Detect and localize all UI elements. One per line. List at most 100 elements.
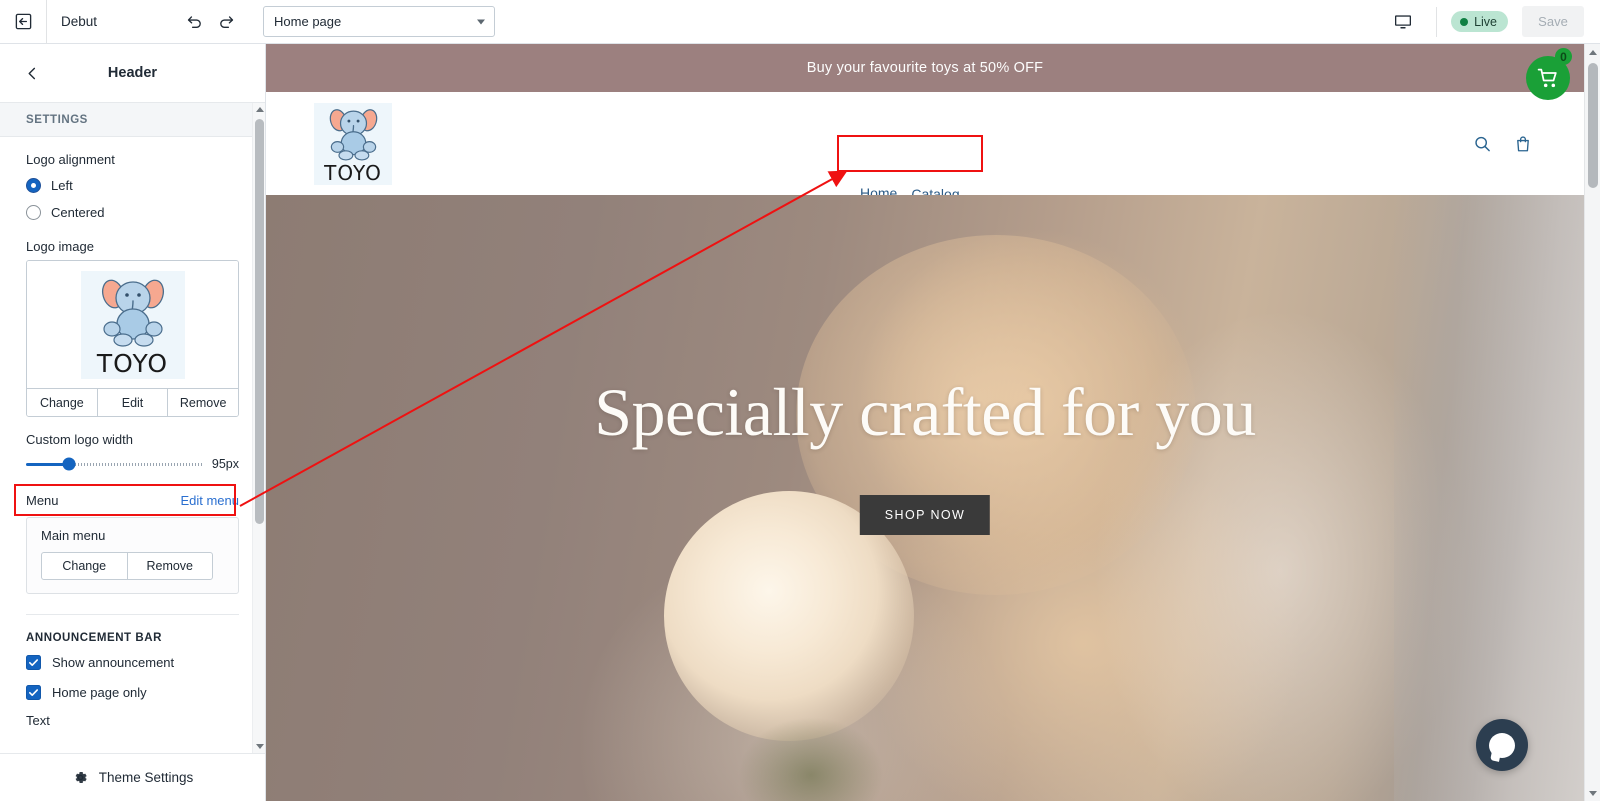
settings-section-header: SETTINGS xyxy=(0,103,265,137)
announcement-text-label: Text xyxy=(26,713,50,728)
device-preview-button[interactable] xyxy=(1386,5,1420,39)
selected-menu-name: Main menu xyxy=(41,528,106,543)
cart-button[interactable] xyxy=(1514,134,1532,153)
selected-menu-card: Main menu Change Remove xyxy=(26,517,239,594)
caret-down-icon xyxy=(255,744,264,749)
store-header-icons xyxy=(1473,134,1532,153)
cart-count-badge: 0 xyxy=(1555,48,1572,65)
edit-menu-link[interactable]: Edit menu xyxy=(180,493,239,508)
sidebar-scrollbar[interactable] xyxy=(252,103,265,753)
leaf-decoration xyxy=(736,715,886,801)
exit-editor-button[interactable] xyxy=(0,0,46,44)
caret-down-icon xyxy=(1589,790,1597,796)
radio-left-label: Left xyxy=(51,177,73,193)
elephant-plush-icon xyxy=(101,279,164,347)
announcement-bar-header: ANNOUNCEMENT BAR xyxy=(26,632,162,644)
checkbox-show-announcement[interactable]: Show announcement xyxy=(26,647,239,677)
radio-centered-icon xyxy=(26,204,41,220)
menu-change-button[interactable]: Change xyxy=(42,553,127,579)
checkbox-checked-icon xyxy=(26,684,41,700)
redo-button[interactable] xyxy=(211,7,241,37)
radio-option-centered[interactable]: Centered xyxy=(26,200,239,224)
logo-change-button[interactable]: Change xyxy=(27,389,97,416)
shopping-cart-icon xyxy=(1537,68,1557,87)
store-preview: Buy your favourite toys at 50% OFF 0 TOY… xyxy=(266,44,1600,801)
menu-remove-button[interactable]: Remove xyxy=(126,553,213,579)
desktop-monitor-icon xyxy=(1395,14,1412,28)
theme-settings-label: Theme Settings xyxy=(98,770,194,785)
sidebar-scroll-area: SETTINGS Logo alignment Left Centered Lo… xyxy=(0,103,265,753)
sidebar-back-button[interactable] xyxy=(10,51,54,95)
checkbox-home-page-only[interactable]: Home page only xyxy=(26,677,239,707)
exit-arrow-icon xyxy=(15,13,31,30)
preview-scroll-down-button[interactable] xyxy=(1585,785,1600,801)
show-announcement-label: Show announcement xyxy=(52,654,175,670)
preview-scroll-up-button[interactable] xyxy=(1585,44,1600,60)
logo-image-actions: Change Edit Remove xyxy=(27,388,238,416)
store-logo[interactable]: TOYO xyxy=(314,102,392,185)
toolbar-divider-2 xyxy=(1436,6,1438,37)
hero-right-gradient xyxy=(1394,195,1584,801)
search-button[interactable] xyxy=(1473,134,1492,153)
logo-remove-button[interactable]: Remove xyxy=(167,389,238,416)
theme-settings-button[interactable]: Theme Settings xyxy=(0,753,265,801)
chat-widget-button[interactable] xyxy=(1476,719,1528,771)
theme-name: Debut xyxy=(61,14,98,29)
settings-sidebar: Header SETTINGS Logo alignment Left Cent… xyxy=(0,44,266,801)
redo-icon xyxy=(219,16,233,28)
caret-up-icon xyxy=(255,107,264,112)
sidebar-scroll-up-button[interactable] xyxy=(253,103,265,116)
sidebar-header: Header xyxy=(0,44,265,103)
home-page-only-label: Home page only xyxy=(52,684,147,700)
status-dot-icon xyxy=(1460,17,1469,26)
custom-logo-width-slider[interactable] xyxy=(26,456,204,472)
undo-icon xyxy=(187,16,201,28)
undo-button[interactable] xyxy=(179,7,209,37)
chat-bubble-icon xyxy=(1489,732,1515,758)
check-icon xyxy=(29,688,38,696)
shop-now-button[interactable]: SHOP NOW xyxy=(859,495,991,535)
sidebar-scrollbar-thumb[interactable] xyxy=(255,119,264,524)
custom-logo-width-label: Custom logo width xyxy=(26,432,133,447)
save-button[interactable]: Save xyxy=(1522,6,1584,37)
search-icon xyxy=(1475,136,1490,151)
announcement-text: Buy your favourite toys at 50% OFF xyxy=(806,60,1044,76)
logo-edit-button[interactable]: Edit xyxy=(96,389,168,416)
radio-option-left[interactable]: Left xyxy=(26,173,239,197)
chevron-down-icon xyxy=(477,19,486,24)
logo-alignment-label: Logo alignment xyxy=(26,152,115,167)
custom-logo-width-value: 95px xyxy=(211,457,239,471)
logo-artwork: TOYO xyxy=(80,270,185,379)
radio-centered-label: Centered xyxy=(51,204,105,220)
sidebar-scroll-down-button[interactable] xyxy=(253,740,265,753)
selected-menu-actions: Change Remove xyxy=(41,552,213,580)
store-header: TOYO Home Catalog xyxy=(266,92,1584,203)
preview-scrollbar[interactable] xyxy=(1584,44,1600,801)
gear-icon xyxy=(75,772,87,783)
hero-title: Specially crafted for you xyxy=(594,374,1256,450)
logo-image-label: Logo image xyxy=(26,239,94,254)
custom-logo-width-row: 95px xyxy=(26,456,239,472)
radio-left-icon xyxy=(26,177,41,193)
page-selector-value: Home page xyxy=(274,14,342,29)
announcement-bar[interactable]: Buy your favourite toys at 50% OFF xyxy=(266,44,1584,92)
section-divider xyxy=(26,614,239,615)
menu-label: Menu xyxy=(26,492,59,508)
caret-up-icon xyxy=(1589,49,1597,55)
logo-image-preview[interactable]: TOYO xyxy=(27,261,238,388)
page-selector[interactable]: Home page xyxy=(263,6,496,37)
store-preview-page: Buy your favourite toys at 50% OFF 0 TOY… xyxy=(266,44,1584,801)
preview-scrollbar-thumb[interactable] xyxy=(1588,63,1598,188)
slider-thumb[interactable] xyxy=(62,457,76,471)
menu-row: Menu Edit menu xyxy=(26,485,239,515)
hero-banner: Specially crafted for you SHOP NOW xyxy=(266,195,1584,801)
status-badge-label: Live xyxy=(1474,14,1497,29)
check-icon xyxy=(29,658,38,666)
logo-wordmark: TOYO xyxy=(96,348,169,378)
top-toolbar: Debut Home page Live Save xyxy=(0,0,1600,44)
shopping-bag-icon xyxy=(1517,135,1529,151)
store-logo-wordmark: TOYO xyxy=(324,160,382,185)
status-badge: Live xyxy=(1451,11,1508,32)
elephant-plush-icon xyxy=(329,108,377,161)
checkbox-checked-icon xyxy=(26,654,41,670)
